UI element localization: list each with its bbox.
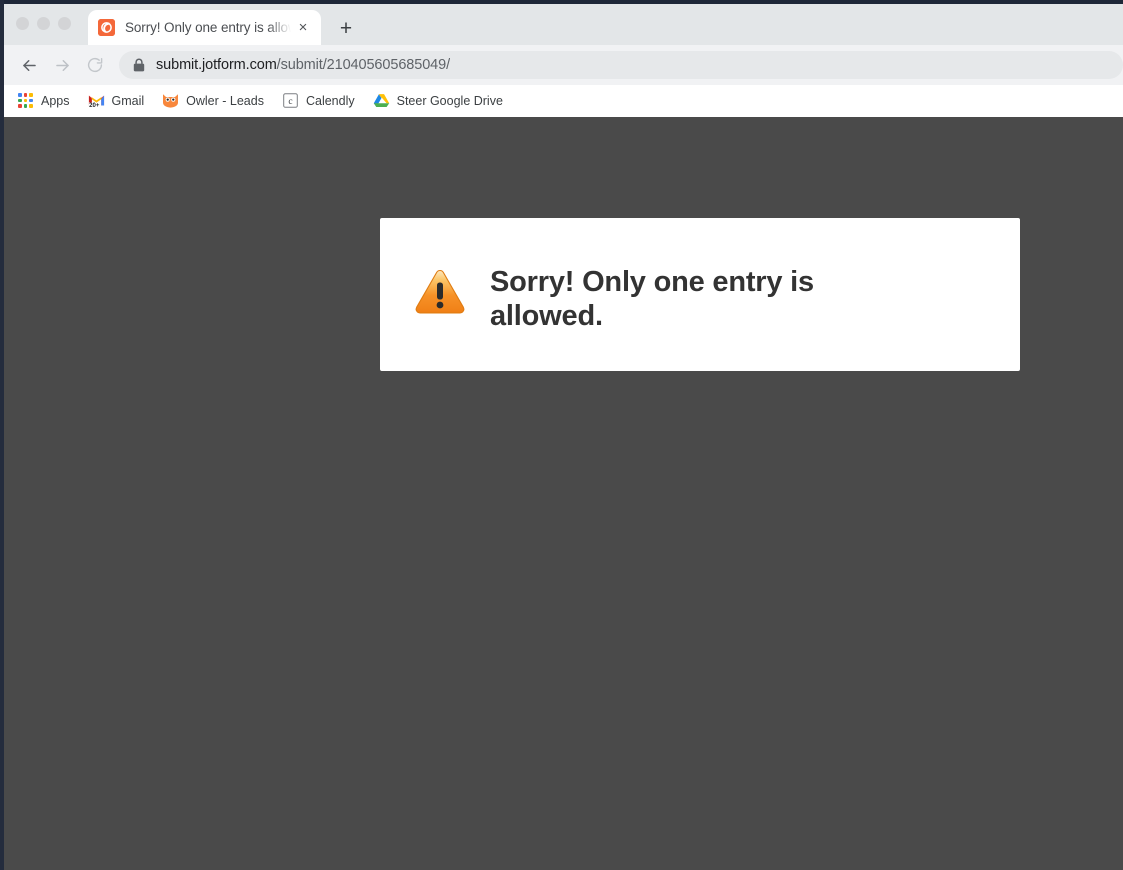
address-bar[interactable]: submit.jotform.com/submit/21040560568504… [119,51,1123,79]
page-viewport: Sorry! Only one entry is allowed. [4,117,1123,870]
url-host: submit.jotform.com [156,57,277,73]
url-path: /submit/210405605685049/ [276,57,451,73]
close-icon[interactable]: × [293,18,313,38]
bookmark-label: Apps [41,93,70,108]
card-message-text: Sorry! Only one entry is allowed. [490,266,814,333]
google-drive-icon [373,92,390,109]
owler-owl-icon [162,92,179,109]
bookmark-calendly[interactable]: c Calendly [282,89,355,113]
bookmark-apps[interactable]: Apps [17,89,70,113]
bookmark-owler-leads[interactable]: Owler - Leads [162,89,264,113]
tab-title: Sorry! Only one entry is allowed. [125,20,291,35]
bookmarks-bar: Apps 20+ Gmail Owler - Leads c Calendly … [4,85,1123,117]
browser-window: Sorry! Only one entry is allowed. × + [4,4,1123,870]
window-controls [16,17,71,30]
jotform-favicon-icon [98,19,115,36]
bookmark-label: Steer Google Drive [396,93,503,108]
bookmark-label: Owler - Leads [186,93,264,108]
back-button[interactable] [14,50,44,80]
svg-text:c: c [288,97,292,107]
url-text: submit.jotform.com/submit/21040560568504… [156,57,450,73]
gmail-icon: 20+ [88,92,105,109]
minimize-window-button[interactable] [37,17,50,30]
tab-active[interactable]: Sorry! Only one entry is allowed. × [88,10,321,45]
zoom-window-button[interactable] [58,17,71,30]
apps-grid-icon [17,92,34,109]
svg-text:20+: 20+ [89,103,100,108]
bookmark-steer-google-drive[interactable]: Steer Google Drive [373,89,503,113]
browser-toolbar: submit.jotform.com/submit/21040560568504… [4,45,1123,85]
reload-button[interactable] [80,50,110,80]
bookmark-gmail[interactable]: 20+ Gmail [88,89,145,113]
bookmark-label: Gmail [111,93,145,108]
tab-strip: Sorry! Only one entry is allowed. × + [4,4,1123,45]
warning-triangle-icon [412,265,468,315]
screen: Sorry! Only one entry is allowed. × + [0,0,1123,870]
close-window-button[interactable] [16,17,29,30]
lock-icon [133,58,145,72]
calendly-icon: c [282,92,299,109]
new-tab-button[interactable]: + [334,16,358,40]
forward-button[interactable] [47,50,77,80]
bookmark-label: Calendly [305,93,355,108]
message-card: Sorry! Only one entry is allowed. [380,218,1020,371]
